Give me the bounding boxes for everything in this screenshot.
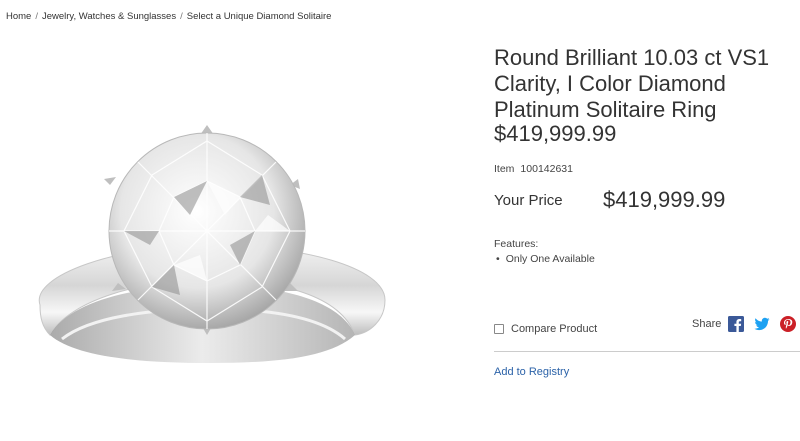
breadcrumb: Home / Jewelry, Watches & Sunglasses / Selec… — [6, 11, 331, 22]
breadcrumb-separator: / — [180, 11, 183, 22]
features-list: Only One Available — [496, 253, 595, 265]
breadcrumb-separator: / — [35, 11, 38, 22]
compare-label: Compare Product — [511, 323, 598, 335]
share-label: Share — [692, 318, 722, 330]
breadcrumb-diamond-solitaire[interactable]: Select a Unique Diamond Solitaire — [187, 11, 332, 22]
divider — [494, 351, 800, 352]
add-to-registry-link[interactable]: Add to Registry — [494, 366, 569, 378]
compare-product[interactable]: Compare Product — [494, 323, 597, 335]
compare-checkbox[interactable] — [494, 324, 504, 334]
breadcrumb-jewelry[interactable]: Jewelry, Watches & Sunglasses — [42, 11, 176, 22]
item-label: Item — [494, 163, 515, 175]
features-label: Features: — [494, 238, 539, 250]
title-price: $419,999.99 — [494, 121, 617, 146]
facebook-icon[interactable] — [728, 316, 745, 332]
your-price-label: Your Price — [494, 192, 563, 209]
breadcrumb-home[interactable]: Home — [6, 11, 31, 22]
feature-item: Only One Available — [496, 253, 595, 265]
share-bar: Share — [692, 316, 797, 332]
twitter-icon[interactable] — [754, 316, 770, 332]
pinterest-icon[interactable] — [780, 316, 797, 332]
item-number-value: 100142631 — [520, 163, 573, 175]
product-image[interactable] — [0, 95, 420, 385]
your-price-value: $419,999.99 — [603, 187, 726, 212]
product-title: Round Brilliant 10.03 ct VS1 Clarity, I … — [494, 45, 770, 122]
item-number: Item 100142631 — [494, 163, 573, 175]
